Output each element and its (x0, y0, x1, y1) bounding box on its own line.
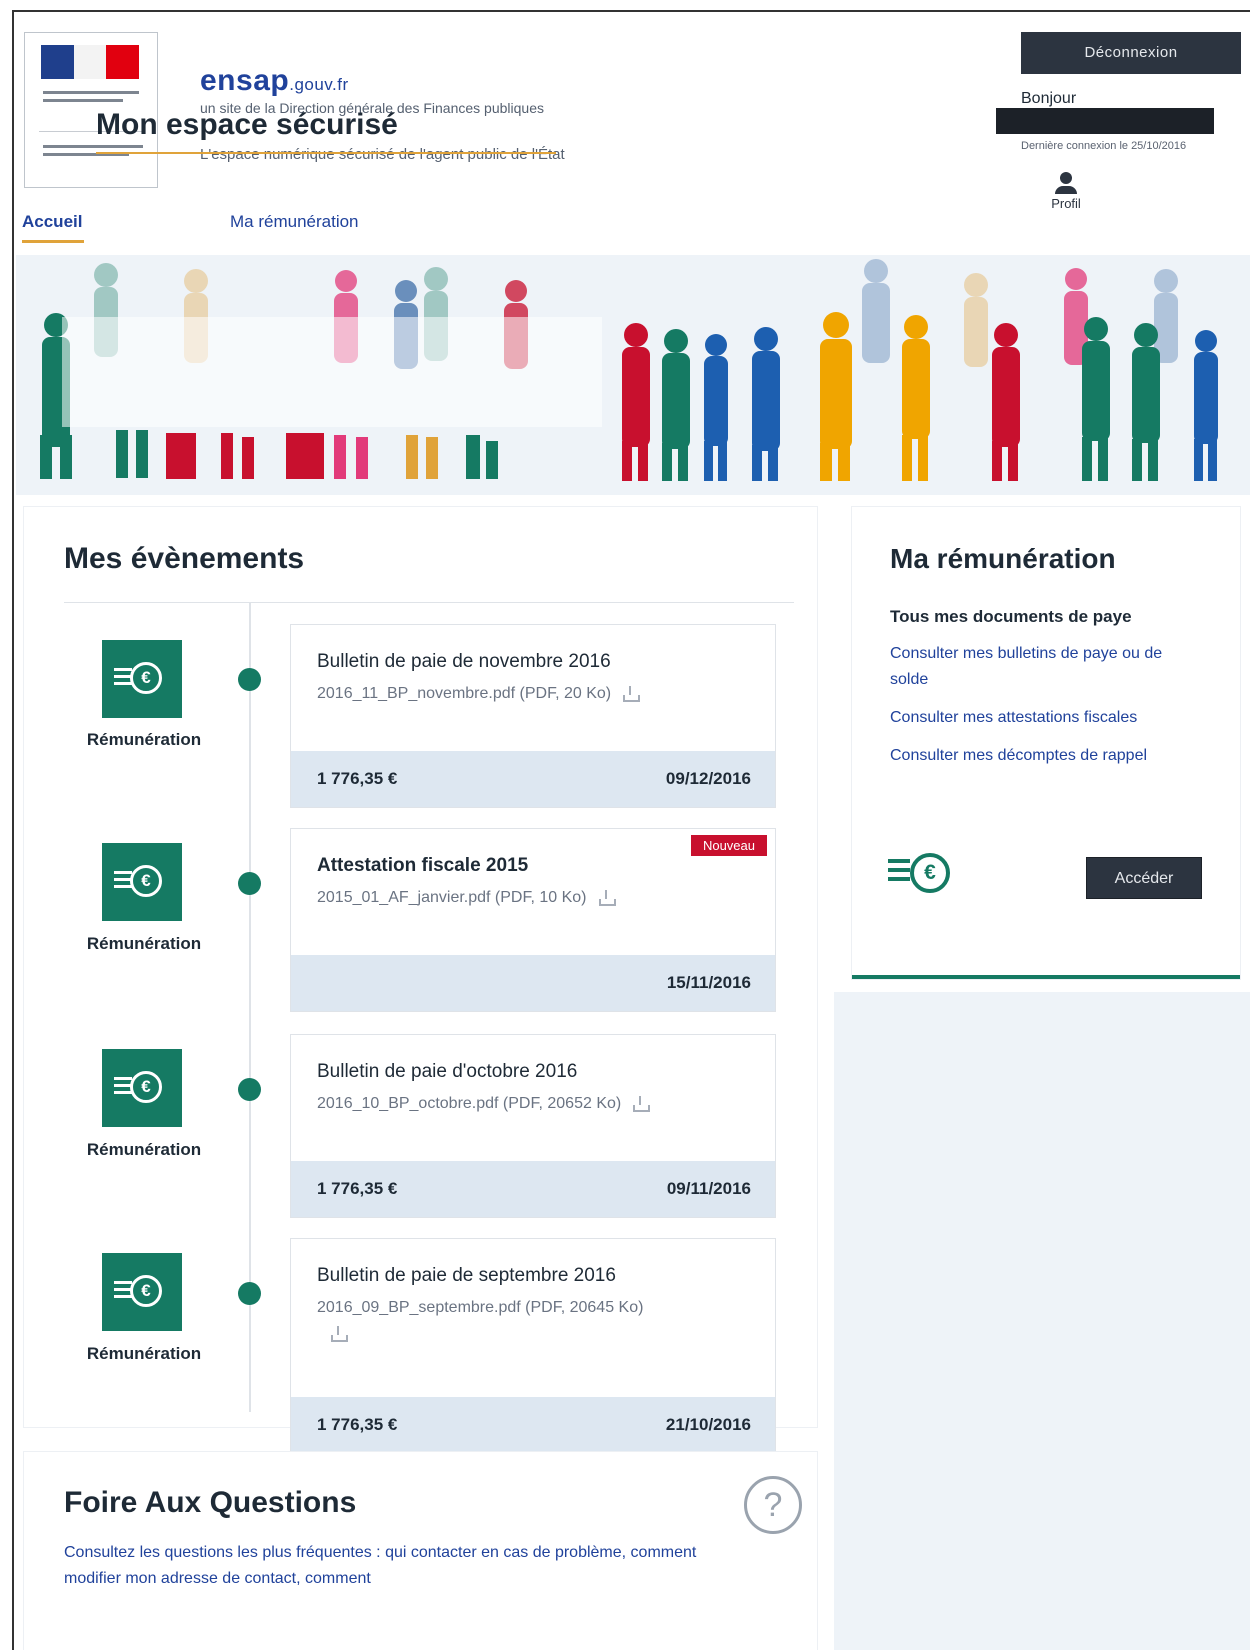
event-date: 15/11/2016 (666, 973, 751, 992)
event-footer: 1 776,35 € 09/12/2016 (291, 751, 775, 807)
timeline-dot (238, 1078, 261, 1101)
events-divider (64, 602, 794, 603)
download-icon[interactable] (331, 1326, 348, 1343)
event-amount: 1 776,35 € (317, 1179, 398, 1198)
download-icon[interactable] (633, 1096, 651, 1113)
event-category: Rémunération (86, 1140, 202, 1159)
event-category: Rémunération (86, 934, 202, 953)
hero-banner (16, 255, 1250, 495)
event-footer: 1 776,35 € 21/10/2016 (291, 1397, 775, 1453)
site-brand[interactable]: ensap.gouv.fr (200, 64, 349, 98)
link-back-pay-statements[interactable]: Consulter mes décomptes de rappel (890, 743, 1200, 769)
event-title: Attestation fiscale 2015 (317, 855, 529, 876)
new-badge: Nouveau (690, 835, 767, 856)
event-title: Bulletin de paie d'octobre 2016 (317, 1061, 578, 1082)
event-date: 09/11/2016 (666, 1179, 751, 1198)
event-file-link[interactable]: 2016_11_BP_novembre.pdf (PDF, 20 Ko) (317, 685, 611, 702)
event-file-link[interactable]: 2016_10_BP_octobre.pdf (PDF, 20652 Ko) (317, 1095, 621, 1112)
active-tab-indicator (22, 240, 84, 243)
redacted-username (996, 108, 1214, 134)
hero-title: Mon espace sécurisé (96, 108, 398, 141)
remuneration-coin-icon: € (102, 843, 182, 921)
event-file[interactable]: 2016_09_BP_septembre.pdf (PDF, 20645 Ko) (317, 1295, 747, 1347)
event-card[interactable]: Bulletin de paie de novembre 2016 2016_1… (290, 624, 776, 808)
events-title: Mes évènements (64, 542, 305, 575)
download-icon[interactable] (623, 686, 641, 703)
event-title: Bulletin de paie de novembre 2016 (317, 651, 611, 672)
timeline-dot (238, 872, 261, 895)
remuneration-coin-icon: € (102, 640, 182, 718)
logout-button[interactable]: Déconnexion (1021, 32, 1241, 74)
event-date: 21/10/2016 (665, 1415, 751, 1434)
remuneration-coin-icon: € (888, 847, 952, 903)
brand-name: ensap (200, 64, 290, 97)
remuneration-coin-icon: € (102, 1049, 182, 1127)
link-pay-slips[interactable]: Consulter mes bulletins de paye ou de so… (890, 641, 1200, 693)
event-title: Bulletin de paie de septembre 2016 (317, 1265, 616, 1286)
event-file[interactable]: 2015_01_AF_janvier.pdf (PDF, 10 Ko) (317, 889, 616, 907)
remuneration-coin-icon: € (102, 1253, 182, 1331)
event-category: Rémunération (86, 1344, 202, 1363)
pay-panel-subtitle: Tous mes documents de paye (890, 607, 1132, 626)
brand-domain: .gouv.fr (289, 75, 349, 94)
event-file[interactable]: 2016_11_BP_novembre.pdf (PDF, 20 Ko) (317, 685, 641, 703)
profile-link[interactable]: Profil (1044, 172, 1088, 211)
event-date: 09/12/2016 (665, 769, 751, 788)
event-card[interactable]: Nouveau Attestation fiscale 2015 2015_01… (290, 828, 776, 1012)
hero-title-backdrop (62, 317, 602, 427)
event-file-link[interactable]: 2015_01_AF_janvier.pdf (PDF, 10 Ko) (317, 889, 587, 906)
event-amount: 1 776,35 € (317, 1415, 398, 1434)
access-button[interactable]: Accéder (1086, 857, 1202, 899)
event-category: Rémunération (86, 730, 202, 749)
event-card[interactable]: Bulletin de paie de septembre 2016 2016_… (290, 1238, 776, 1454)
nav-item-home[interactable]: Accueil (22, 212, 82, 232)
sidebar-background (834, 992, 1250, 1650)
nav-item-pay[interactable]: Ma rémunération (230, 212, 359, 232)
event-file-link[interactable]: 2016_09_BP_septembre.pdf (PDF, 20645 Ko) (317, 1299, 643, 1316)
faq-description[interactable]: Consultez les questions les plus fréquen… (64, 1540, 704, 1592)
event-footer: 15/11/2016 (291, 955, 775, 1011)
link-tax-certificates[interactable]: Consulter mes attestations fiscales (890, 705, 1200, 731)
timeline-dot (238, 668, 261, 691)
marianne-flag-icon (41, 45, 139, 79)
event-footer: 1 776,35 € 09/11/2016 (291, 1161, 775, 1217)
event-file[interactable]: 2016_10_BP_octobre.pdf (PDF, 20652 Ko) (317, 1095, 651, 1113)
event-card[interactable]: Bulletin de paie d'octobre 2016 2016_10_… (290, 1034, 776, 1218)
page-frame: ensap.gouv.fr un site de la Direction gé… (12, 10, 1250, 1650)
last-login-info: Dernière connexion le 25/10/2016 (1021, 140, 1187, 152)
user-icon (1044, 172, 1088, 194)
profile-label: Profil (1051, 196, 1081, 211)
greeting: Bonjour (1021, 90, 1077, 107)
brand-tagline: L'espace numérique sécurisé de l'agent p… (200, 146, 565, 163)
timeline-dot (238, 1282, 261, 1305)
hero-title-underline (96, 152, 556, 154)
pay-panel-title: Ma rémunération (890, 543, 1116, 574)
question-circle-icon[interactable]: ? (744, 1476, 802, 1534)
faq-title: Foire Aux Questions (64, 1486, 357, 1519)
download-icon[interactable] (598, 890, 616, 907)
pay-panel: Ma rémunération Tous mes documents de pa… (852, 507, 1240, 979)
event-amount: 1 776,35 € (317, 769, 398, 788)
